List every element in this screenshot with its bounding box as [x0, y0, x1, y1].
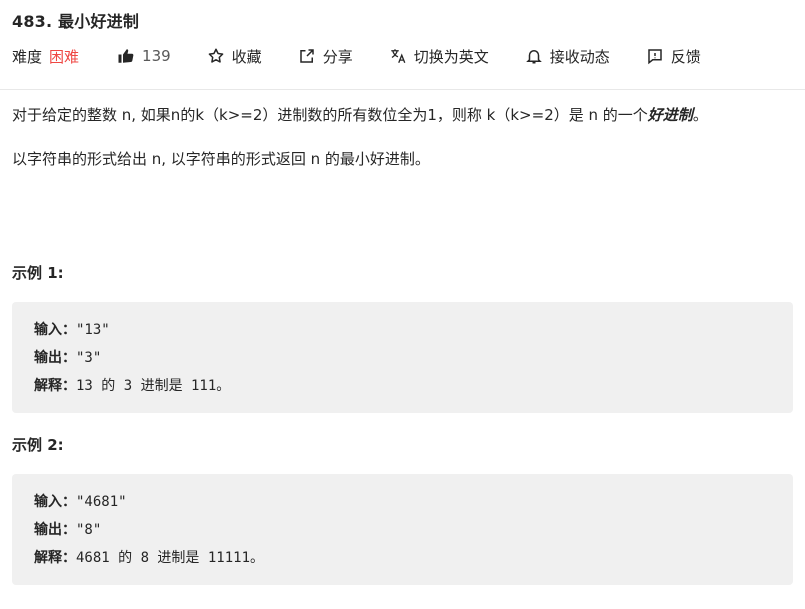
- like-button[interactable]: 139: [117, 47, 171, 65]
- problem-description: 对于给定的整数 n, 如果n的k（k>=2）进制数的所有数位全为1，则称 k（k…: [12, 102, 793, 172]
- example-2-block: 输入："4681" 输出："8" 解释：4681 的 8 进制是 11111。: [12, 474, 793, 585]
- description-paragraph-2: 以字符串的形式给出 n, 以字符串的形式返回 n 的最小好进制。: [12, 150, 430, 168]
- example-2-input-label: 输入：: [34, 494, 76, 510]
- thumbs-up-icon: [117, 47, 135, 65]
- example-2-explain-value: 4681 的 8 进制是 11111。: [76, 550, 265, 566]
- difficulty-indicator: 难度 困难: [12, 46, 79, 67]
- example-2-output-line: 输出："8": [34, 516, 771, 544]
- subscribe-button[interactable]: 接收动态: [525, 46, 610, 67]
- example-2-input-value: "4681": [76, 494, 127, 510]
- switch-language-button[interactable]: 切换为英文: [389, 46, 489, 67]
- example-2-explain-label: 解释：: [34, 550, 76, 566]
- translate-icon: [389, 47, 407, 65]
- example-2-explain-line: 解释：4681 的 8 进制是 11111。: [34, 544, 771, 572]
- share-label: 分享: [322, 47, 353, 66]
- example-1-input-label: 输入：: [34, 322, 76, 338]
- description-emphasis: 好进制: [647, 106, 693, 124]
- feedback-button[interactable]: 反馈: [646, 46, 701, 67]
- example-1-block: 输入："13" 输出："3" 解释：13 的 3 进制是 111。: [12, 302, 793, 413]
- star-icon: [207, 47, 225, 65]
- description-paragraph-1: 对于给定的整数 n, 如果n的k（k>=2）进制数的所有数位全为1，则称 k（k…: [12, 102, 793, 128]
- share-button[interactable]: 分享: [298, 46, 353, 67]
- example-1-explain-label: 解释：: [34, 378, 76, 394]
- example-1-explain-value: 13 的 3 进制是 111。: [76, 378, 231, 394]
- example-2-input-line: 输入："4681": [34, 488, 771, 516]
- collect-label: 收藏: [231, 47, 262, 66]
- bell-icon: [525, 47, 543, 65]
- share-icon: [298, 47, 316, 65]
- problem-title: 483. 最小好进制: [12, 12, 140, 31]
- example-1-explain-line: 解释：13 的 3 进制是 111。: [34, 372, 771, 400]
- example-1-input-line: 输入："13": [34, 316, 771, 344]
- example-1-title: 示例 1:: [12, 264, 64, 282]
- difficulty-label: 难度: [12, 47, 43, 66]
- difficulty-value: 困难: [49, 47, 80, 66]
- feedback-label: 反馈: [670, 47, 701, 66]
- header-divider: [0, 89, 805, 90]
- description-text-1-end: 。: [692, 106, 708, 124]
- problem-meta-bar: 难度 困难 139 收藏 分享 切换为英文 接收动态 反馈: [12, 44, 793, 68]
- description-text-1: 对于给定的整数 n, 如果n的k（k>=2）进制数的所有数位全为1，则称 k（k…: [12, 106, 648, 124]
- example-1-input-value: "13": [76, 322, 110, 338]
- example-2-output-value: "8": [76, 522, 102, 538]
- feedback-icon: [646, 47, 664, 65]
- example-2-title: 示例 2:: [12, 436, 64, 454]
- example-1-output-label: 输出：: [34, 350, 76, 366]
- example-1-output-line: 输出："3": [34, 344, 771, 372]
- switch-language-label: 切换为英文: [413, 47, 489, 66]
- example-1-output-value: "3": [76, 350, 102, 366]
- problem-page: 483. 最小好进制 难度 困难 139 收藏 分享 切换为英文 接收动态 反馈…: [0, 0, 805, 609]
- collect-button[interactable]: 收藏: [207, 46, 262, 67]
- like-count: 139: [142, 47, 171, 65]
- example-2-output-label: 输出：: [34, 522, 76, 538]
- subscribe-label: 接收动态: [549, 47, 610, 66]
